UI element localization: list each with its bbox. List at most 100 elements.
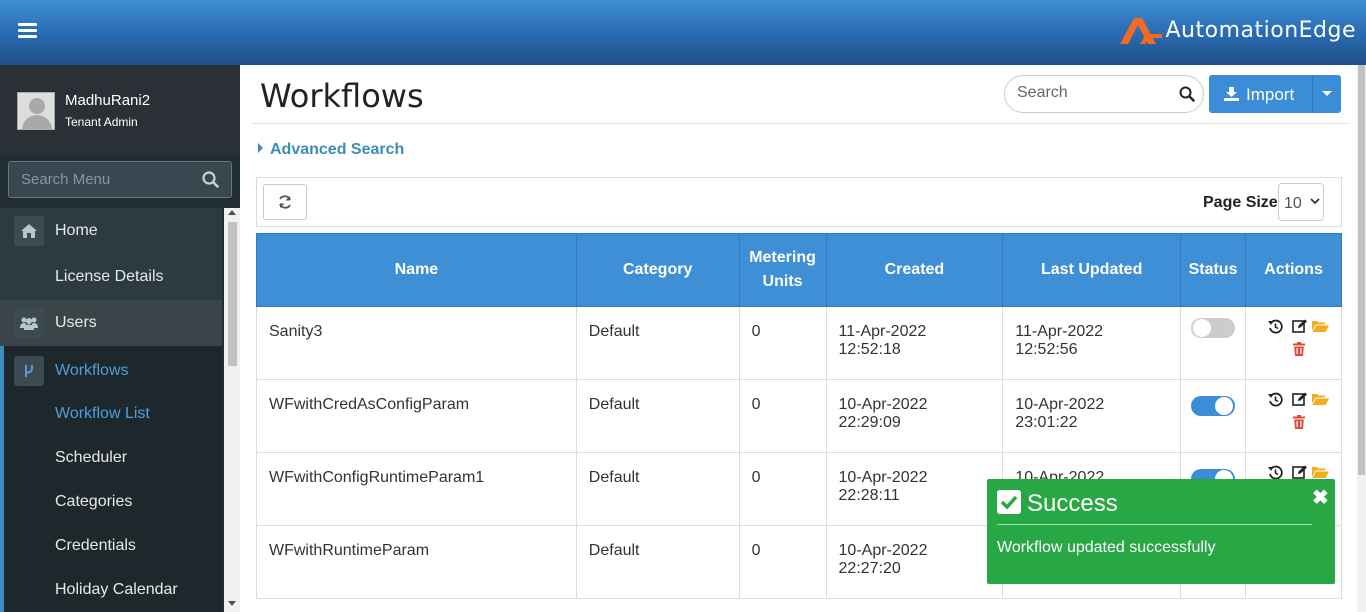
cell-category: Default [575, 379, 740, 453]
page-size-select[interactable]: 10 [1278, 183, 1324, 221]
cell-name: WFwithCredAsConfigParam [256, 379, 577, 453]
cell-actions [1245, 306, 1342, 380]
workflow-search [1004, 75, 1204, 113]
brand-name: AutomationEdge [1165, 17, 1356, 43]
page-title: Workflows [260, 77, 424, 115]
row-actions [1261, 319, 1329, 367]
import-label: Import [1246, 85, 1295, 104]
advanced-search-toggle[interactable]: Advanced Search [258, 141, 404, 159]
history-icon[interactable] [1267, 465, 1283, 480]
folder-open-icon[interactable] [1311, 392, 1329, 406]
download-icon [1224, 87, 1239, 101]
cell-metering-units: 0 [738, 379, 827, 453]
column-header-created[interactable]: Created [825, 233, 1004, 307]
status-toggle[interactable] [1191, 396, 1236, 416]
hamburger-menu-icon[interactable] [18, 23, 37, 39]
cell-name: WFwithRuntimeParam [256, 525, 577, 599]
sidebar-item-holiday-calendar[interactable]: Holiday Calendar [0, 568, 222, 612]
sidebar-item-categories[interactable]: Categories [0, 480, 222, 524]
sidebar-item-workflow-list[interactable]: Workflow List [0, 392, 222, 436]
sidebar-item-label: Users [55, 314, 97, 331]
cell-name: WFwithConfigRuntimeParam1 [256, 452, 577, 526]
toast-title: Success [1027, 490, 1118, 517]
table-row: Sanity3 Default 0 11-Apr-2022 12:52:18 11-Ap… [256, 306, 1342, 380]
import-button[interactable]: Import [1209, 75, 1312, 113]
scroll-up-arrow-icon[interactable] [228, 210, 236, 215]
sidebar-item-license-details[interactable]: License Details [0, 254, 222, 300]
edit-icon[interactable] [1291, 392, 1308, 407]
sidebar-item-label: Scheduler [55, 449, 128, 466]
search-icon[interactable] [202, 171, 219, 188]
column-header-actions: Actions [1245, 233, 1342, 307]
refresh-icon [279, 195, 291, 209]
sidebar-item-label: Workflows [55, 362, 129, 379]
divider [252, 123, 1349, 124]
sidebar-item-label: Credentials [55, 537, 136, 554]
cell-category: Default [575, 525, 740, 599]
column-header-name[interactable]: Name [256, 233, 577, 307]
sidebar-item-label: Holiday Calendar [55, 581, 178, 598]
column-header-metering-units[interactable]: Metering Units [738, 233, 827, 307]
user-name: MadhuRani2 [65, 92, 151, 109]
top-navbar: AutomationEdge [0, 0, 1366, 65]
import-dropdown-toggle[interactable] [1312, 75, 1341, 113]
sidebar-menu: Home License Details Users Workflows Wor… [0, 208, 222, 612]
check-square-icon [997, 490, 1021, 514]
cell-name: Sanity3 [256, 306, 577, 380]
sidebar-item-label: Home [55, 222, 98, 239]
cell-actions [1245, 379, 1342, 453]
status-toggle[interactable] [1191, 318, 1236, 338]
folder-open-icon[interactable] [1311, 465, 1329, 479]
workflow-branch-icon [14, 356, 44, 386]
toggle-knob [1193, 319, 1212, 337]
advanced-search-label: Advanced Search [270, 141, 405, 158]
sidebar-scrollbar-thumb[interactable] [228, 222, 237, 366]
cell-last-updated: 11-Apr-2022 12:52:56 [1002, 306, 1182, 380]
history-icon[interactable] [1267, 392, 1283, 407]
cell-metering-units: 0 [738, 306, 827, 380]
history-icon[interactable] [1267, 319, 1283, 334]
user-panel: MadhuRani2 Tenant Admin [0, 65, 240, 155]
menu-search-input[interactable] [9, 162, 189, 197]
cell-status [1180, 306, 1247, 380]
cell-created: 11-Apr-2022 12:52:18 [825, 306, 1004, 380]
close-icon[interactable]: ✖ [1312, 485, 1329, 510]
edit-icon[interactable] [1291, 465, 1308, 480]
column-header-category[interactable]: Category [575, 233, 740, 307]
page-scrollbar-thumb[interactable] [1358, 65, 1365, 475]
sidebar-item-scheduler[interactable]: Scheduler [0, 436, 222, 480]
trash-icon[interactable] [1292, 415, 1305, 429]
cell-metering-units: 0 [738, 452, 827, 526]
users-icon [14, 308, 44, 338]
search-icon[interactable] [1179, 86, 1195, 102]
cell-created: 10-Apr-2022 22:29:09 [825, 379, 1004, 453]
menu-search [8, 161, 232, 198]
divider [997, 524, 1312, 525]
toast-message: Workflow updated successfully [997, 539, 1216, 556]
automationedge-logo-icon [1119, 18, 1162, 44]
cell-category: Default [575, 452, 740, 526]
column-header-last-updated[interactable]: Last Updated [1002, 233, 1182, 307]
trash-icon[interactable] [1292, 342, 1305, 356]
sidebar-item-credentials[interactable]: Credentials [0, 524, 222, 568]
toggle-knob [1215, 397, 1234, 415]
chevron-down-icon [1310, 198, 1320, 205]
scroll-down-arrow-icon[interactable] [228, 601, 236, 606]
sidebar-item-users[interactable]: Users [0, 300, 222, 346]
folder-open-icon[interactable] [1311, 319, 1329, 333]
caret-right-icon [258, 143, 263, 153]
sidebar-item-home[interactable]: Home [0, 208, 222, 254]
user-role: Tenant Admin [65, 115, 138, 129]
refresh-button[interactable] [263, 184, 307, 220]
home-icon [14, 216, 44, 246]
sidebar: MadhuRani2 Tenant Admin Home License Det… [0, 65, 240, 612]
brand-logo: AutomationEdge [1118, 12, 1357, 48]
sidebar-item-workflows[interactable]: Workflows [0, 346, 222, 392]
cell-metering-units: 0 [738, 525, 827, 599]
column-header-text: Metering [749, 249, 816, 266]
success-toast: Success ✖ Workflow updated successfully [987, 479, 1335, 584]
row-actions [1261, 392, 1329, 440]
page-scrollbar[interactable] [1357, 65, 1366, 612]
search-input[interactable] [1017, 84, 1167, 102]
edit-icon[interactable] [1291, 319, 1308, 334]
